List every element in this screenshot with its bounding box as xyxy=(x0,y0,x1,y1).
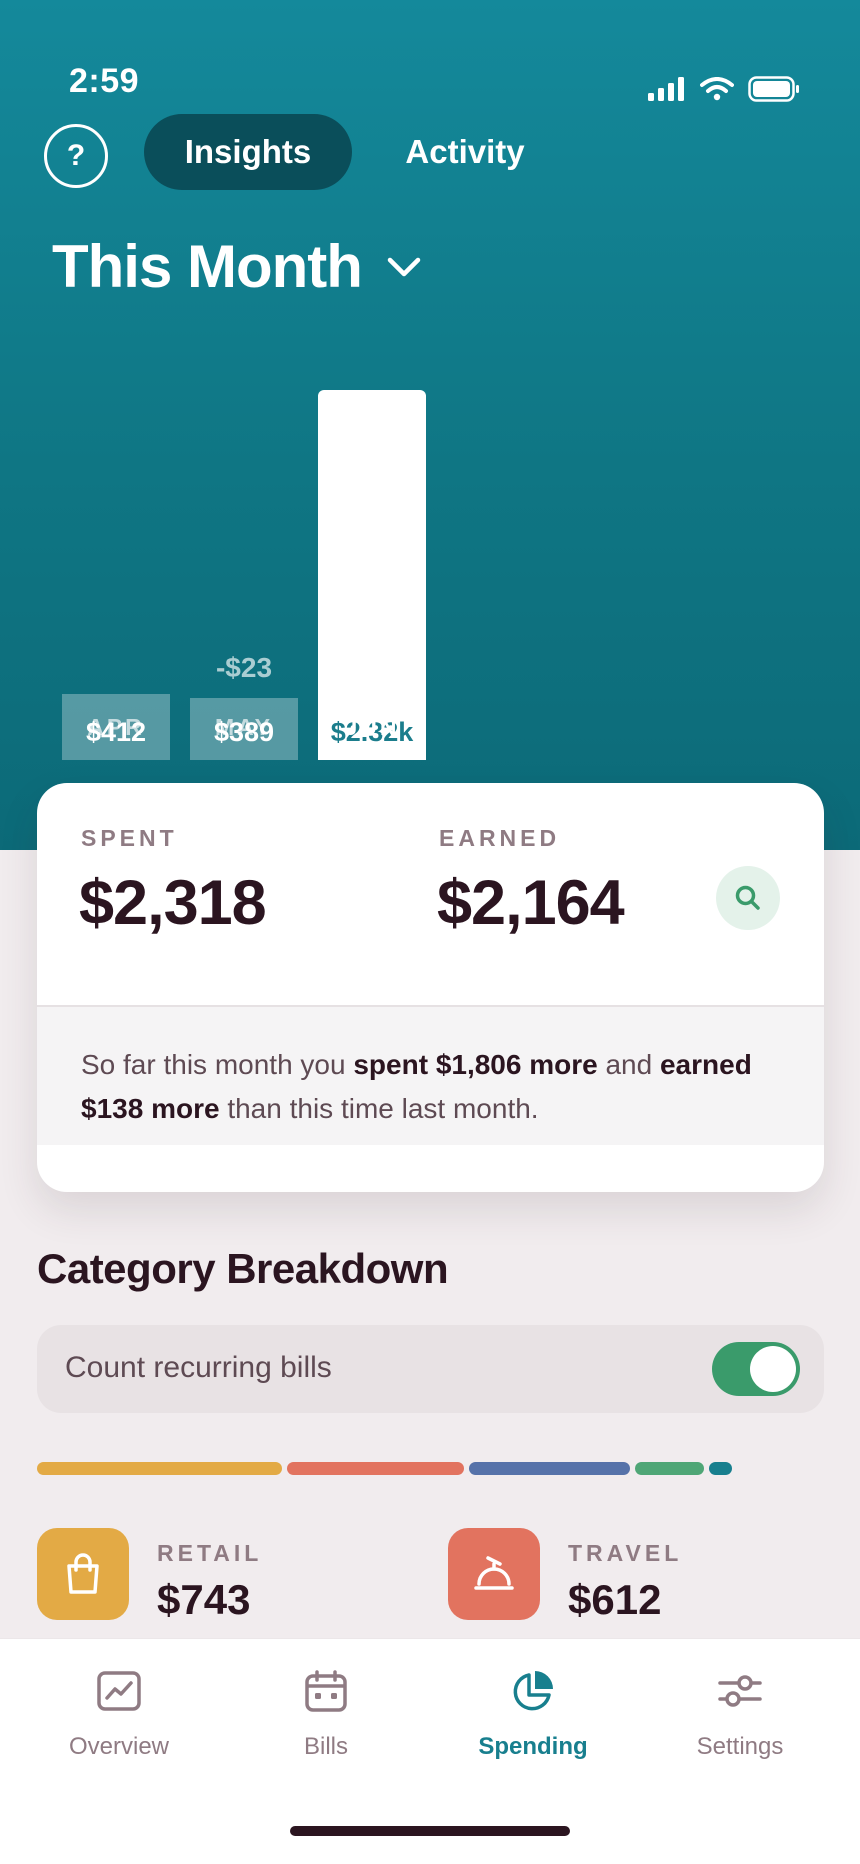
tabbar-overview-label: Overview xyxy=(68,1733,170,1760)
tabbar-spending[interactable]: Spending xyxy=(430,1663,636,1761)
spent-label: SPENT xyxy=(81,825,178,851)
spent-value: $2,318 xyxy=(79,868,267,938)
tab-insights[interactable]: Insights xyxy=(144,114,352,190)
earned-value: $2,164 xyxy=(437,868,625,938)
calendar-icon xyxy=(305,1670,347,1712)
search-icon xyxy=(735,885,760,910)
chart-line-icon xyxy=(97,1671,141,1711)
bar-label-may: MAY xyxy=(215,714,273,740)
summary-description: So far this month you spent $1,806 more … xyxy=(37,1005,824,1145)
battery-icon xyxy=(748,76,799,102)
tabbar-overview[interactable]: Overview xyxy=(16,1663,222,1761)
summary-text-spent: spent $1,806 more xyxy=(353,1049,598,1080)
tabbar-spending-label: Spending xyxy=(478,1733,588,1760)
sliders-icon xyxy=(718,1675,762,1707)
chevron-down-icon xyxy=(387,257,421,276)
recurring-bills-row: Count recurring bills xyxy=(37,1325,824,1413)
category-retail-icon-tile xyxy=(37,1528,129,1620)
category-travel-label: TRAVEL xyxy=(568,1540,683,1566)
period-label: This Month xyxy=(52,233,363,300)
help-icon: ? xyxy=(66,139,86,172)
tabbar-settings-label: Settings xyxy=(696,1733,784,1760)
category-breakdown-title: Category Breakdown xyxy=(37,1245,449,1292)
bar-label-apr: APR xyxy=(87,714,145,740)
chart-bar-jun[interactable]: $2.32k xyxy=(318,390,426,760)
tabbar-settings[interactable]: Settings xyxy=(637,1663,843,1761)
signal-icon xyxy=(648,77,684,101)
bar-delta-may: -$23 xyxy=(215,651,273,683)
pie-chart-icon xyxy=(513,1671,553,1711)
service-bell-icon xyxy=(474,1556,514,1590)
summary-text-5: than this time last month. xyxy=(219,1093,539,1124)
help-button[interactable]: ? xyxy=(44,124,108,188)
category-segment-3 xyxy=(468,1462,630,1475)
period-selector[interactable]: This Month xyxy=(52,232,422,301)
search-button[interactable] xyxy=(716,866,780,930)
category-segment-2 xyxy=(287,1462,464,1475)
recurring-bills-label: Count recurring bills xyxy=(65,1351,332,1384)
toggle-knob xyxy=(750,1346,796,1392)
category-distribution-bar xyxy=(37,1462,824,1475)
tabbar-bills-label: Bills xyxy=(303,1733,348,1760)
monthly-spending-chart: $412 $389 $2.32k -$23 xyxy=(0,300,860,760)
earned-label: EARNED xyxy=(439,825,561,851)
summary-text-3: and xyxy=(597,1049,660,1080)
wifi-icon xyxy=(700,77,734,101)
category-segment-5 xyxy=(708,1462,732,1475)
recurring-bills-toggle[interactable] xyxy=(712,1342,800,1396)
category-segment-1 xyxy=(37,1462,283,1475)
tabbar-bills[interactable]: Bills xyxy=(223,1663,429,1761)
home-indicator xyxy=(290,1826,570,1836)
status-time: 2:59 xyxy=(69,62,140,100)
bar-label-jun: JUN xyxy=(344,714,400,740)
category-retail-value: $743 xyxy=(157,1576,251,1623)
shopping-bag-icon xyxy=(67,1553,99,1594)
category-travel-value: $612 xyxy=(568,1576,662,1623)
status-icons xyxy=(648,76,800,102)
summary-card: SPENT $2,318 EARNED $2,164 So far this m… xyxy=(37,783,824,1192)
category-travel-icon-tile xyxy=(448,1528,540,1620)
category-segment-4 xyxy=(634,1462,704,1475)
tab-activity[interactable]: Activity xyxy=(372,114,558,190)
summary-text-1: So far this month you xyxy=(81,1049,354,1080)
category-retail-label: RETAIL xyxy=(157,1540,263,1566)
